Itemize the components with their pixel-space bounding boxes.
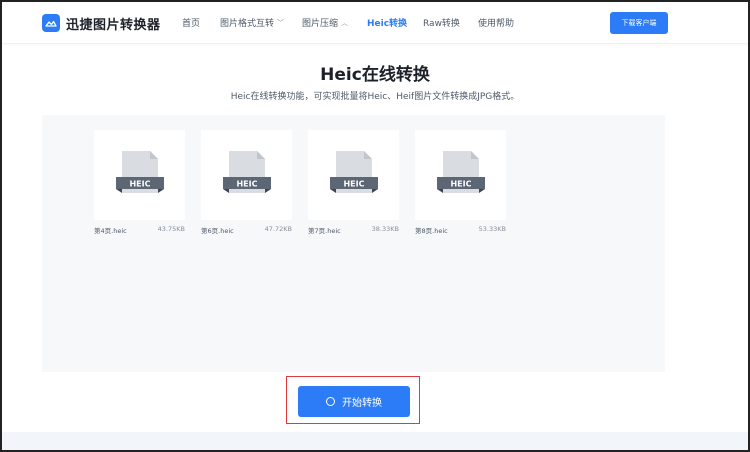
page-title: Heic在线转换 bbox=[320, 65, 430, 85]
nav-home[interactable]: 首页 bbox=[182, 16, 200, 29]
start-convert-label: 开始转换 bbox=[342, 398, 382, 409]
heic-file-icon: HEIC bbox=[436, 151, 485, 193]
nav-format-convert-label: 图片格式互转 bbox=[220, 19, 275, 29]
file-thumbnail: HEIC bbox=[415, 130, 506, 220]
top-header: 迅捷图片转换器 首页 图片格式互转 ﹀ 图片压缩 ︿ Heic转换 Raw转换 … bbox=[2, 2, 748, 44]
heic-file-icon: HEIC bbox=[329, 151, 378, 193]
file-size: 38.33KB bbox=[371, 225, 399, 233]
file-name: 第6页.heic bbox=[201, 227, 234, 235]
start-convert-button[interactable]: 开始转换 bbox=[298, 386, 410, 417]
file-upload-area[interactable]: HEIC 第4页.heic 43.75KB HEIC 第6页.heic 47.7… bbox=[42, 115, 665, 372]
file-thumbnail: HEIC bbox=[201, 130, 292, 220]
app-name: 迅捷图片转换器 bbox=[66, 17, 161, 33]
nav-compress[interactable]: 图片压缩 ︿ bbox=[302, 16, 349, 30]
heic-file-icon: HEIC bbox=[222, 151, 271, 193]
nav-heic-convert[interactable]: Heic转换 bbox=[367, 16, 407, 29]
file-badge-label: HEIC bbox=[450, 180, 471, 189]
nav-heic-convert-label: Heic转换 bbox=[367, 19, 408, 29]
file-size: 43.75KB bbox=[157, 225, 185, 233]
nav-compress-label: 图片压缩 bbox=[302, 19, 339, 29]
nav-home-label: 首页 bbox=[182, 19, 201, 29]
download-client-button[interactable]: 下载客户端 bbox=[610, 12, 668, 34]
file-thumbnail: HEIC bbox=[94, 130, 185, 220]
nav-format-convert[interactable]: 图片格式互转 ﹀ bbox=[220, 16, 285, 30]
file-thumbnail: HEIC bbox=[308, 130, 399, 220]
file-name: 第4页.heic bbox=[94, 227, 127, 235]
file-card[interactable]: HEIC 第4页.heic 43.75KB bbox=[94, 130, 185, 235]
footer-band bbox=[2, 432, 748, 450]
chevron-down-icon: ﹀ bbox=[277, 18, 285, 27]
file-badge-label: HEIC bbox=[343, 180, 364, 189]
nav-help-label: 使用帮助 bbox=[478, 19, 515, 29]
chevron-up-icon: ︿ bbox=[341, 18, 349, 27]
file-size: 47.72KB bbox=[264, 225, 292, 233]
heic-file-icon: HEIC bbox=[115, 151, 164, 193]
file-badge-label: HEIC bbox=[129, 180, 150, 189]
nav-raw-convert-label: Raw转换 bbox=[423, 19, 460, 29]
nav-raw-convert[interactable]: Raw转换 bbox=[423, 16, 460, 29]
file-card[interactable]: HEIC 第6页.heic 47.72KB bbox=[201, 130, 292, 235]
file-card[interactable]: HEIC 第7页.heic 38.33KB bbox=[308, 130, 399, 235]
image-icon bbox=[42, 14, 60, 32]
nav-help[interactable]: 使用帮助 bbox=[478, 16, 514, 29]
page-subtitle: Heic在线转换功能，可实现批量将Heic、Heif图片文件转换成JPG格式。 bbox=[230, 92, 520, 102]
file-size: 53.33KB bbox=[478, 225, 506, 233]
file-name: 第8页.heic bbox=[415, 227, 448, 235]
file-card[interactable]: HEIC 第8页.heic 53.33KB bbox=[415, 130, 506, 235]
loading-spinner-icon bbox=[326, 397, 335, 406]
app-logo[interactable]: 迅捷图片转换器 bbox=[42, 12, 161, 34]
file-badge-label: HEIC bbox=[236, 180, 257, 189]
file-name: 第7页.heic bbox=[308, 227, 341, 235]
